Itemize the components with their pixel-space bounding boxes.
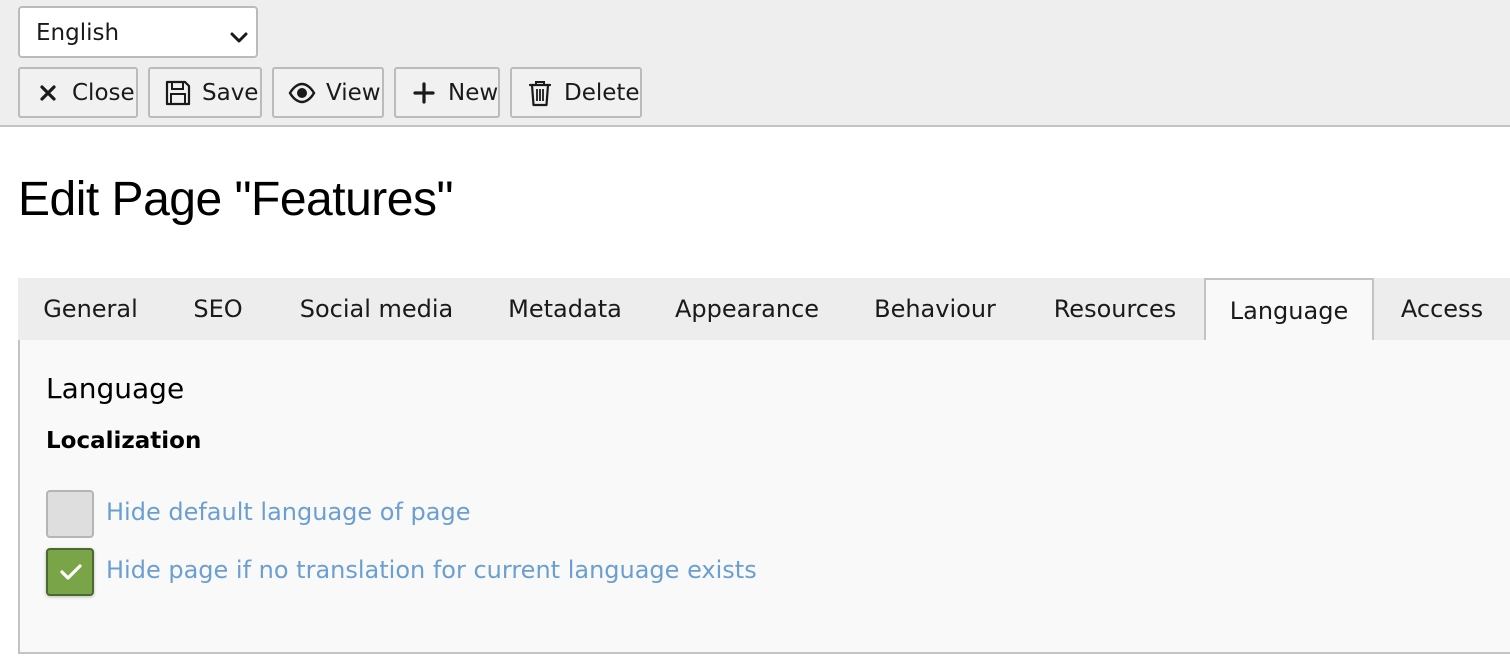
view-button[interactable]: View [272,67,384,118]
new-button-label: New [448,79,499,106]
subsection-title: Localization [46,428,202,454]
hide-page-no-translation-label[interactable]: Hide page if no translation for current … [106,556,757,584]
hide-default-language-checkbox[interactable] [46,490,94,538]
tab-seo[interactable]: SEO [163,278,273,340]
tab-language[interactable]: Language [1204,278,1374,342]
close-button-label: Close [72,79,135,106]
trash-icon [526,79,554,107]
delete-button[interactable]: Delete [510,67,642,118]
tab-resources[interactable]: Resources [1026,278,1204,340]
delete-button-label: Delete [564,79,640,106]
language-select-value: English [36,20,120,46]
language-select[interactable]: English [18,6,258,58]
save-icon [164,79,192,107]
hide-default-language-label[interactable]: Hide default language of page [106,498,471,526]
view-button-label: View [326,79,381,106]
new-button[interactable]: New [394,67,500,118]
tab-panel-language: Language Localization Hide default langu… [18,340,1510,654]
section-title: Language [46,372,185,405]
tab-behaviour[interactable]: Behaviour [844,278,1026,340]
close-button[interactable]: Close [18,67,138,118]
hide-page-no-translation-checkbox[interactable] [46,548,94,596]
tab-appearance[interactable]: Appearance [650,278,844,340]
plus-icon [410,79,438,107]
page-title: Edit Page "Features" [18,173,453,226]
save-button[interactable]: Save [148,67,262,118]
tab-bar: General SEO Social media Metadata Appear… [18,278,1510,342]
close-icon [34,79,62,107]
save-button-label: Save [202,79,259,106]
chevron-down-icon [230,25,248,43]
tab-access[interactable]: Access [1374,278,1510,340]
tab-metadata[interactable]: Metadata [480,278,650,340]
tab-general[interactable]: General [18,278,163,340]
tab-social-media[interactable]: Social media [273,278,480,340]
checkmark-icon [60,564,82,580]
eye-icon [288,79,316,107]
doc-header: English Close Save View New Delete [0,0,1510,127]
